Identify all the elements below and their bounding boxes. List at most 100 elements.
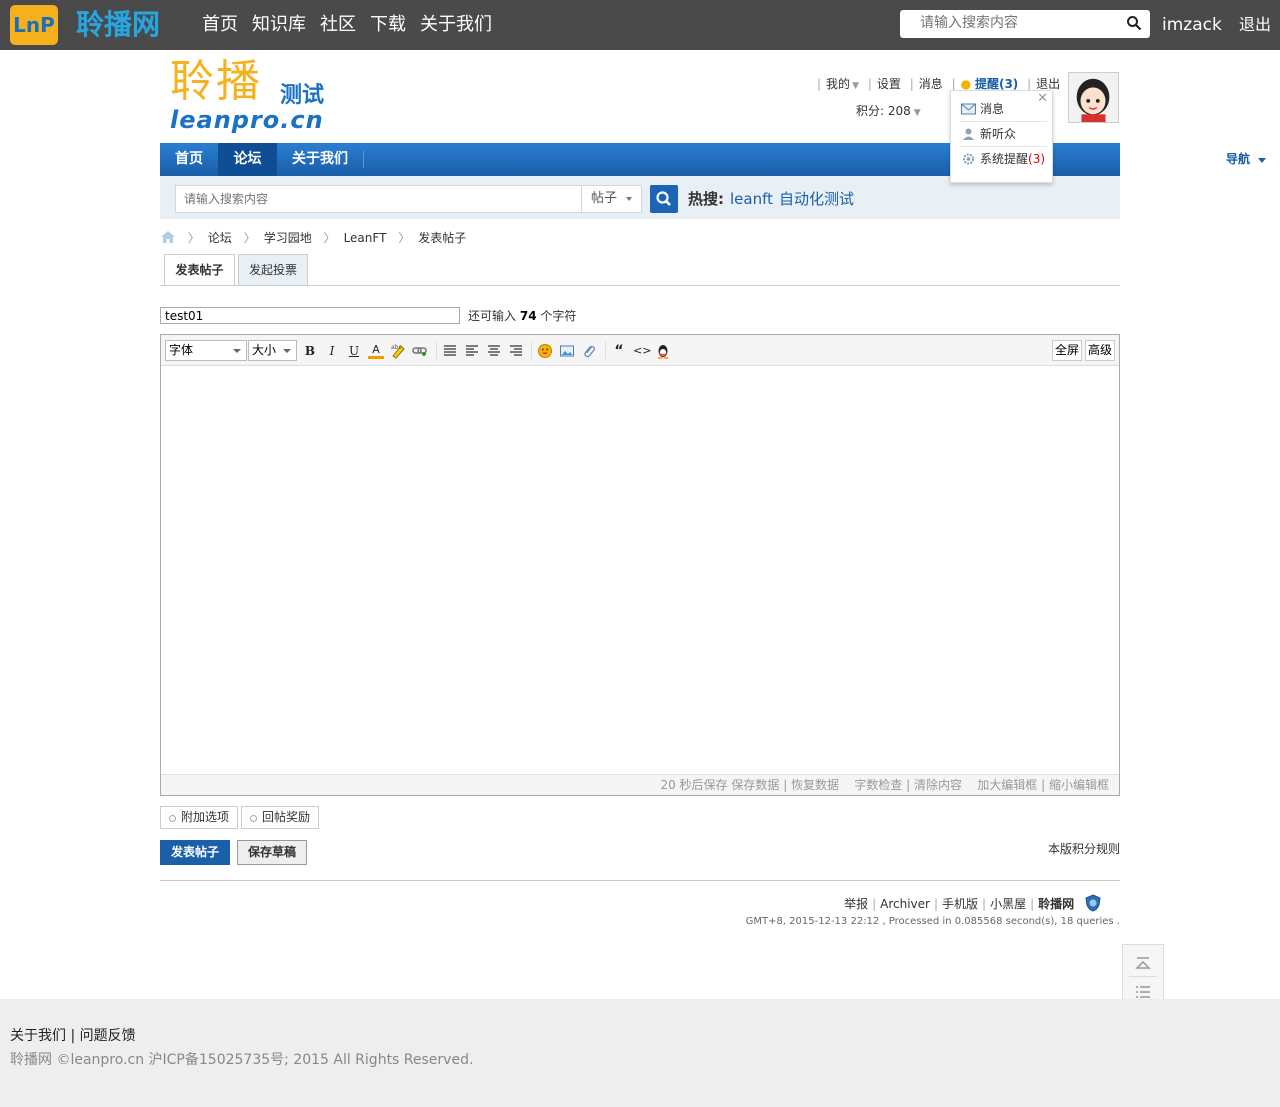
home-icon[interactable] [160,230,176,244]
topnav-knowledge[interactable]: 知识库 [252,13,306,37]
brand-logo[interactable]: 聆播 测试 leanpro.cn [170,56,340,136]
search-icon[interactable] [1126,15,1142,31]
forum-search-input[interactable] [175,185,582,213]
separator: | [951,77,956,91]
back-to-top-icon[interactable] [1123,947,1163,977]
top-logout-link[interactable]: 退出 [1239,14,1271,36]
tab-new-poll[interactable]: 发起投票 [238,254,308,286]
topnav-community[interactable]: 社区 [320,13,356,37]
footer-mobile-link[interactable]: 手机版 [942,897,978,911]
topnav-download[interactable]: 下载 [370,13,406,37]
attachment-icon[interactable] [581,343,597,359]
about-us-link[interactable]: 关于我们 [10,1028,66,1044]
nav-forum[interactable]: 论坛 [218,143,277,176]
editor-content-area[interactable] [161,366,1119,774]
hot-keyword[interactable]: 自动化测试 [779,190,854,208]
breadcrumb-leanft[interactable]: LeanFT [344,231,387,245]
caret-down-icon [1258,158,1266,163]
align-left-icon[interactable] [464,343,480,359]
points-display[interactable]: 积分: 208 ▼ [856,103,921,121]
popup-item-messages[interactable]: 消息 [961,99,1004,119]
nav-home[interactable]: 首页 [160,143,218,176]
word-count-link[interactable]: 字数检查 [854,778,902,792]
nav-divider [363,151,364,168]
top-search-input[interactable] [920,10,1130,36]
footer-site-link[interactable]: 聆播网 [1038,897,1074,911]
logout-link[interactable]: 退出 [1036,77,1060,91]
remain-prefix: 还可输入 [468,309,517,323]
hot-search-label: 热搜: [688,190,724,208]
close-icon[interactable]: ✕ [1037,92,1048,106]
footer-report-link[interactable]: 举报 [844,897,868,911]
footer-archiver-link[interactable]: Archiver [880,897,930,911]
mine-link[interactable]: 我的 [826,77,850,91]
shield-icon[interactable] [1084,894,1102,912]
separator: | [1030,897,1035,911]
points-rules-link[interactable]: 本版积分规则 [1048,841,1120,857]
top-nav: 首页 知识库 社区 下载 关于我们 [202,13,492,37]
search-icon [656,191,671,206]
remind-link[interactable]: 提醒(3) [975,77,1018,91]
popup-item-label: 系统提醒 [980,152,1029,166]
save-draft-button[interactable]: 保存草稿 [237,840,307,865]
topnav-home[interactable]: 首页 [202,13,238,37]
forum-search-button[interactable] [650,185,678,213]
reply-reward-button[interactable]: 回帖奖励 [241,806,320,829]
qq-icon[interactable] [655,343,671,359]
link-icon[interactable] [412,343,428,359]
divider [959,146,1047,147]
chevron-right-icon: 〉 [243,231,256,245]
toolbar-separator [436,342,437,359]
quote-icon[interactable]: “ [611,343,627,359]
highlight-icon[interactable]: abc [390,343,406,359]
lnp-logo[interactable]: LnP [10,5,58,45]
size-select[interactable]: 大小 [248,340,297,361]
font-select[interactable]: 字体 [165,340,247,361]
tab-new-post[interactable]: 发表帖子 [164,254,235,286]
advanced-button[interactable]: 高级 [1085,340,1116,361]
text-color-icon[interactable]: A [368,343,384,359]
fullscreen-button[interactable]: 全屏 [1052,340,1083,361]
subject-input[interactable] [160,307,460,324]
nav-about[interactable]: 关于我们 [277,143,363,176]
remind-popup: ✕ 消息 新听众 系统提醒(3) [950,90,1053,183]
enlarge-editor-link[interactable]: 加大编辑框 [977,778,1037,792]
emoji-icon[interactable] [537,343,553,359]
popup-item-system[interactable]: 系统提醒(3) [961,149,1045,169]
breadcrumb-forum[interactable]: 论坛 [208,231,232,245]
top-username[interactable]: imzack [1162,14,1222,36]
chevron-right-icon: 〉 [398,231,411,245]
copyright-text: 聆播网 ©leanpro.cn 沪ICP备15025735号; 2015 All… [10,1052,474,1068]
align-right-icon[interactable] [508,343,524,359]
extra-options-button[interactable]: 附加选项 [160,806,239,829]
clear-content-link[interactable]: 清除内容 [914,778,962,792]
top-search-box [900,10,1150,38]
breadcrumb-study[interactable]: 学习园地 [264,231,312,245]
submit-post-button[interactable]: 发表帖子 [160,840,230,865]
popup-item-followers[interactable]: 新听众 [961,124,1016,144]
chevron-down-icon [283,349,291,353]
code-icon[interactable]: <> [633,343,651,359]
editor-status-bar: 20 秒后保存 保存数据 | 恢复数据 字数检查 | 清除内容 加大编辑框 | … [161,774,1119,795]
separator: | [872,897,877,911]
shrink-editor-link[interactable]: 缩小编辑框 [1049,778,1109,792]
messages-link[interactable]: 消息 [919,77,943,91]
align-justify-icon[interactable] [442,343,458,359]
quick-nav-button[interactable]: 导航 [1205,148,1272,171]
bold-icon[interactable]: B [302,343,318,359]
hot-keyword[interactable]: leanft [730,190,773,208]
topnav-about[interactable]: 关于我们 [420,13,492,37]
underline-icon[interactable]: U [346,343,362,359]
align-center-icon[interactable] [486,343,502,359]
avatar[interactable] [1068,72,1119,123]
separator: | [817,77,822,91]
image-icon[interactable] [559,343,575,359]
save-data-link[interactable]: 保存数据 [731,778,779,792]
settings-link[interactable]: 设置 [877,77,901,91]
feedback-link[interactable]: 问题反馈 [80,1028,136,1044]
footer-blacklist-link[interactable]: 小黑屋 [990,897,1026,911]
restore-data-link[interactable]: 恢复数据 [791,778,839,792]
italic-icon[interactable]: I [324,343,340,359]
site-name[interactable]: 聆播网 [76,7,160,43]
search-type-select[interactable]: 帖子 [581,185,642,213]
